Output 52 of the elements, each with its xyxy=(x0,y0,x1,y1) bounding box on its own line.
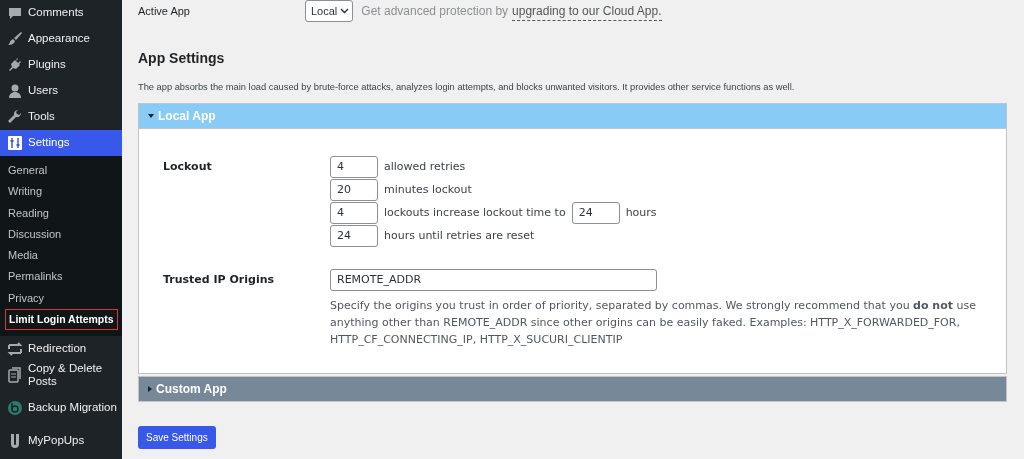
field-text: minutes lockout xyxy=(384,181,472,198)
panel-header[interactable]: Custom App xyxy=(138,375,1007,402)
wrench-icon xyxy=(7,109,23,125)
sidebar-item[interactable]: Comments xyxy=(0,0,122,26)
field-text: allowed retries xyxy=(384,158,466,175)
document-copy-icon xyxy=(7,367,23,384)
chevron-down-icon xyxy=(340,8,350,14)
user-icon xyxy=(7,83,23,99)
comment-icon xyxy=(7,5,23,21)
number-input[interactable]: 4 xyxy=(330,155,378,178)
submenu-item[interactable]: Discussion xyxy=(0,223,122,246)
number-input[interactable]: 24 xyxy=(571,201,620,224)
submenu-item[interactable]: Writing xyxy=(0,181,122,203)
section-description: The app absorbs the main load caused by brute-force attacks, analyzes login attempts, and blocks unwanted visitors. It provides other service functions as well. xyxy=(138,81,796,94)
sidebar-item[interactable]: Backup Migration xyxy=(0,388,122,429)
number-input[interactable]: 24 xyxy=(330,224,378,247)
paintbrush-icon xyxy=(7,31,23,47)
save-button[interactable]: Save Settings xyxy=(138,425,216,449)
submenu-item[interactable]: General xyxy=(0,160,122,182)
plug-icon xyxy=(7,57,23,73)
help-text: Specify the origins you trust in order of priority, separated by commas. We strongly recommend that you do not use anything other than REMOTE_ADDR since other origins can be easily faked. Examples: HTTP_X_FORWARDED_FOR, HTTP_CF_CONNECTING_IP, HTTP_X_SUCURI_CLIENTIP xyxy=(330,297,977,348)
sidebar-item[interactable]: Copy & Delete Posts xyxy=(0,362,122,389)
app-select[interactable]: Local xyxy=(305,0,354,22)
submenu-item[interactable]: Media xyxy=(0,245,122,267)
field-label: Lockout xyxy=(163,158,213,175)
sidebar-item[interactable]: Users xyxy=(0,78,122,104)
submenu-item[interactable]: Limit Login Attempts xyxy=(5,309,118,331)
settings-icon xyxy=(7,135,23,151)
sidebar-item[interactable]: Appearance xyxy=(0,26,122,52)
text-input[interactable]: REMOTE_ADDR xyxy=(330,268,657,291)
field-label: Active App xyxy=(138,3,191,19)
circle-logo-icon xyxy=(7,400,23,417)
sidebar-item[interactable]: Tools xyxy=(0,104,122,130)
sidebar-item[interactable]: Settings xyxy=(0,130,122,156)
cloud-app-link[interactable]: upgrading to our Cloud App. xyxy=(512,1,662,21)
number-input[interactable]: 4 xyxy=(330,201,378,224)
sidebar-item[interactable]: MyPopUps xyxy=(0,428,122,455)
caret-down-icon xyxy=(148,113,154,118)
caret-right-icon xyxy=(148,385,152,392)
submenu-item[interactable]: Permalinks xyxy=(0,266,122,288)
submenu-item[interactable]: Reading xyxy=(0,202,122,224)
section-heading: App Settings xyxy=(138,49,226,68)
number-input[interactable]: 20 xyxy=(330,178,378,201)
arrows-icon xyxy=(7,341,23,358)
field-text: hours until retries are reset xyxy=(384,227,535,244)
field-text: lockouts increase lockout time to xyxy=(384,204,566,221)
notice-text: Get advanced protection by xyxy=(361,3,509,20)
field-label: Trusted IP Origins xyxy=(163,271,276,288)
field-text: hours xyxy=(625,204,657,221)
submenu-item[interactable]: Privacy xyxy=(0,287,122,310)
sidebar-item[interactable]: Plugins xyxy=(0,52,122,78)
sidebar-item[interactable]: Redirection xyxy=(0,336,122,363)
